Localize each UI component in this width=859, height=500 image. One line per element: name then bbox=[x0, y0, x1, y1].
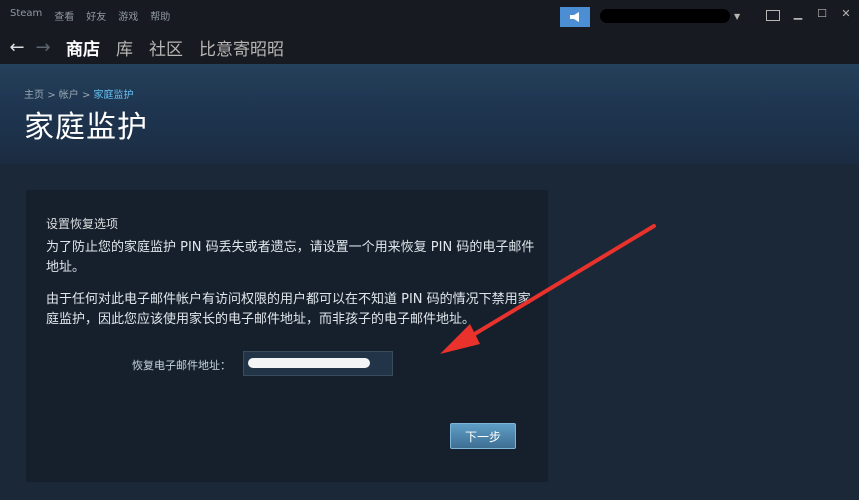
forward-arrow-icon[interactable]: → bbox=[32, 37, 54, 58]
redacted-username bbox=[600, 9, 730, 23]
breadcrumb-separator: > bbox=[81, 90, 94, 101]
nav-store[interactable]: 商店 bbox=[66, 35, 100, 60]
big-picture-icon[interactable] bbox=[766, 10, 780, 21]
navigation-bar: ← → 商店 库 社区 比意寄昭昭 bbox=[0, 30, 859, 64]
section-title: 设置恢复选项 bbox=[46, 217, 119, 231]
window-controls: ▁ ☐ ✕ bbox=[791, 6, 853, 20]
menu-help[interactable]: 帮助 bbox=[150, 8, 170, 23]
notification-button[interactable] bbox=[560, 7, 590, 27]
menu-steam[interactable]: Steam bbox=[10, 8, 42, 23]
menu-friends[interactable]: 好友 bbox=[86, 8, 106, 23]
minimize-icon[interactable]: ▁ bbox=[791, 6, 805, 20]
nav-links: 商店 库 社区 比意寄昭昭 bbox=[66, 35, 284, 60]
redacted-email-value bbox=[248, 358, 370, 368]
menu-bar: Steam 查看 好友 游戏 帮助 bbox=[0, 8, 170, 23]
breadcrumb-current[interactable]: 家庭监护 bbox=[94, 90, 134, 101]
nav-profile[interactable]: 比意寄昭昭 bbox=[199, 35, 284, 60]
breadcrumb-home[interactable]: 主页 bbox=[24, 90, 44, 101]
description-paragraph-2: 由于任何对此电子邮件帐户有访问权限的用户都可以在不知道 PIN 码的情况下禁用家… bbox=[46, 292, 531, 327]
menu-view[interactable]: 查看 bbox=[54, 8, 74, 23]
maximize-icon[interactable]: ☐ bbox=[815, 6, 829, 20]
user-account-menu[interactable]: ▼ bbox=[600, 8, 750, 24]
breadcrumb-account[interactable]: 帐户 bbox=[59, 90, 79, 101]
next-step-button[interactable]: 下一步 bbox=[450, 423, 516, 449]
recovery-email-label: 恢复电子邮件地址： bbox=[132, 359, 231, 372]
title-bar: Steam 查看 好友 游戏 帮助 ▼ ▁ ☐ ✕ bbox=[0, 0, 859, 30]
breadcrumb: 主页 > 帐户 > 家庭监护 bbox=[24, 86, 134, 101]
breadcrumb-separator: > bbox=[47, 90, 59, 101]
chevron-down-icon: ▼ bbox=[734, 11, 741, 21]
nav-community[interactable]: 社区 bbox=[149, 35, 183, 60]
back-arrow-icon[interactable]: ← bbox=[6, 37, 28, 58]
megaphone-icon bbox=[570, 12, 579, 22]
description-paragraph-1: 为了防止您的家庭监护 PIN 码丢失或者遗忘，请设置一个用来恢复 PIN 码的电… bbox=[46, 240, 535, 275]
recovery-options-panel: 设置恢复选项 为了防止您的家庭监护 PIN 码丢失或者遗忘，请设置一个用来恢复 … bbox=[26, 190, 548, 482]
menu-games[interactable]: 游戏 bbox=[118, 8, 138, 23]
nav-library[interactable]: 库 bbox=[116, 35, 133, 60]
close-icon[interactable]: ✕ bbox=[839, 6, 853, 20]
page-header: 主页 > 帐户 > 家庭监护 家庭监护 bbox=[0, 64, 859, 164]
page-title: 家庭监护 bbox=[24, 110, 148, 145]
